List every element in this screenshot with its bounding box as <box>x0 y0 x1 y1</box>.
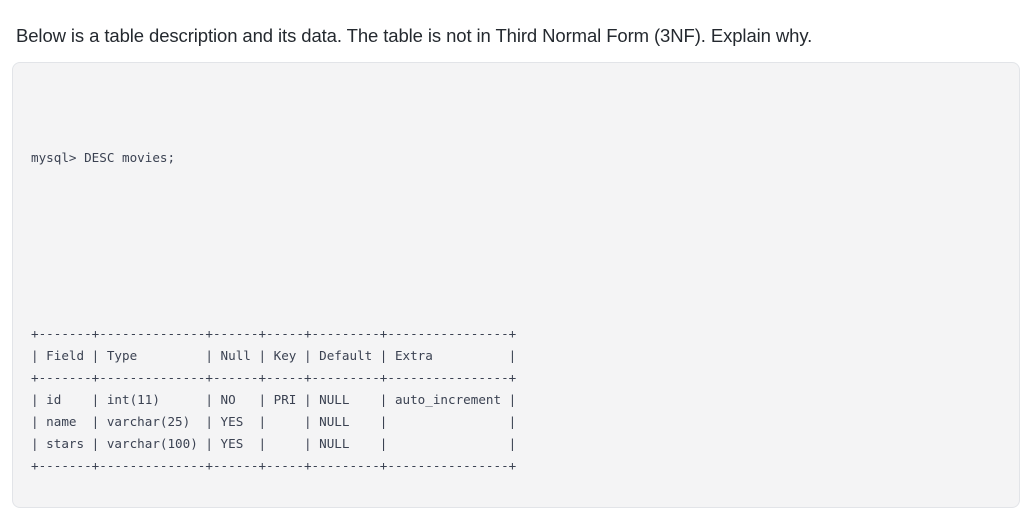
page-title: Below is a table description and its dat… <box>16 25 813 46</box>
terminal-output-body: mysql> DESC movies; +-------+-----------… <box>13 63 1019 507</box>
terminal-output-card: mysql> DESC movies; +-------+-----------… <box>12 62 1020 508</box>
desc-query-command: mysql> DESC movies; <box>31 150 176 165</box>
question-page: Below is a table description and its dat… <box>0 0 1032 529</box>
desc-movies-table: +-------+--------------+------+-----+---… <box>31 326 517 473</box>
